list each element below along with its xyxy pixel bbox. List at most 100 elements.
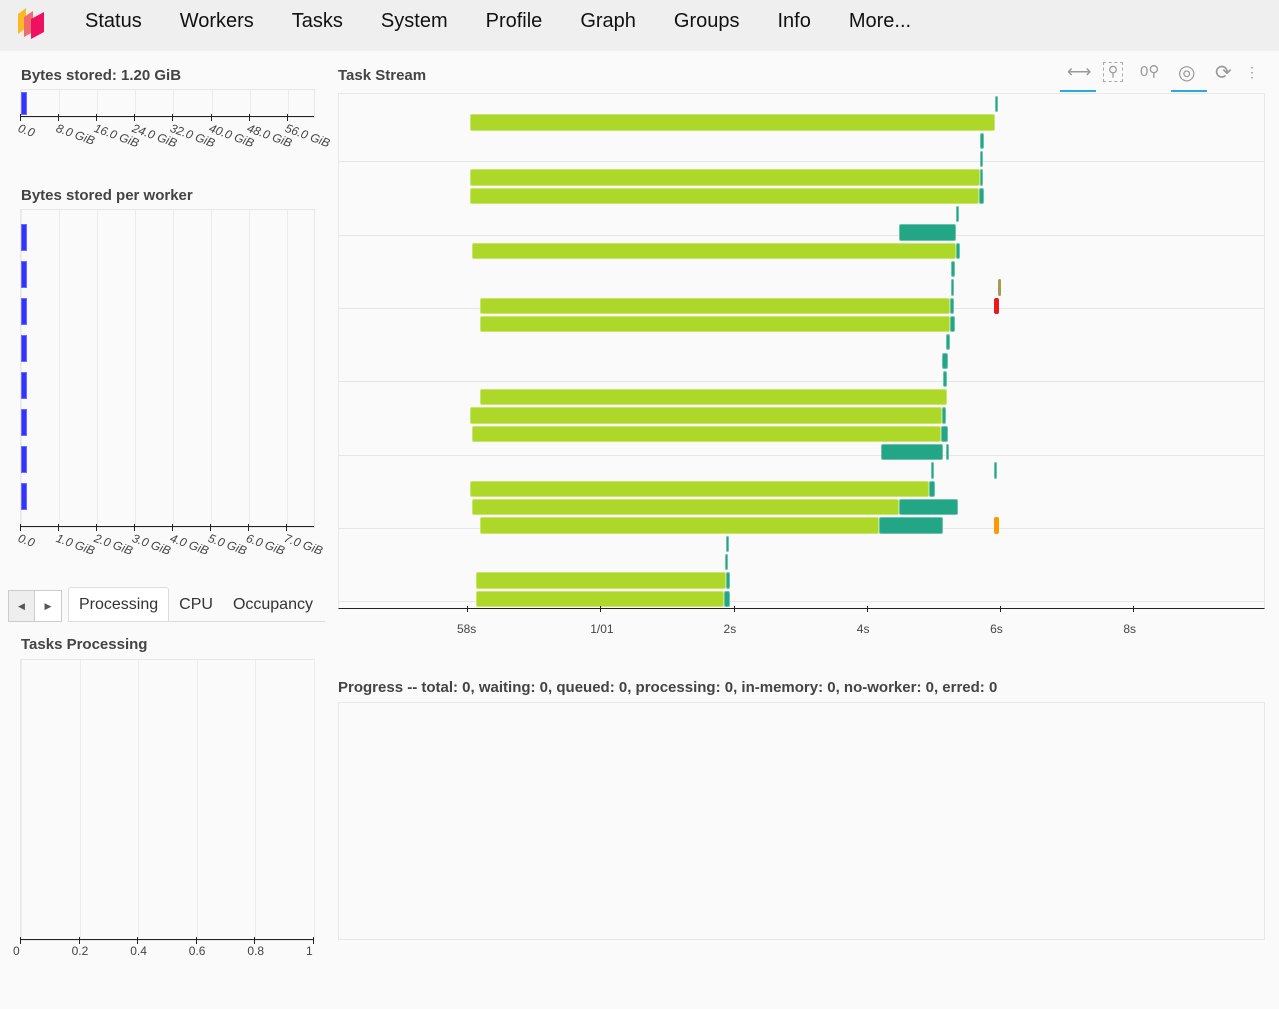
task-rect[interactable] <box>942 352 949 369</box>
task-stream-title: Task Stream <box>338 67 427 84</box>
tab-occupancy[interactable]: Occupancy <box>223 588 323 622</box>
task-rect[interactable] <box>951 279 955 296</box>
tap-zoom-active-indicator <box>1171 90 1207 92</box>
tab-scroll-right-button[interactable]: ▶ <box>35 590 62 622</box>
bar[interactable] <box>21 409 27 436</box>
task-rect[interactable] <box>724 590 731 607</box>
task-rect[interactable] <box>469 480 930 498</box>
task-rect[interactable] <box>929 480 936 498</box>
wheel-zoom-tool-icon[interactable]: 0⚲ <box>1140 62 1159 80</box>
task-rect[interactable] <box>470 407 943 424</box>
task-rect[interactable] <box>995 96 999 113</box>
task-rect[interactable] <box>994 297 1000 314</box>
gridline <box>196 660 198 940</box>
tab-cpu[interactable]: CPU <box>169 588 223 622</box>
task-rect[interactable] <box>946 334 951 351</box>
task-rect[interactable] <box>942 407 947 424</box>
bytes-per-worker-title: Bytes stored per worker <box>21 187 193 204</box>
reset-tool-icon[interactable]: ⟳ <box>1215 60 1232 85</box>
tap-zoom-tool-icon[interactable]: ◎ <box>1178 60 1195 85</box>
task-rect[interactable] <box>479 389 948 406</box>
nav-graph[interactable]: Graph <box>580 10 636 33</box>
gridline <box>287 210 289 527</box>
task-rect[interactable] <box>930 462 934 479</box>
tick-label: 5.0 GiB <box>206 531 249 558</box>
task-rect[interactable] <box>472 242 957 259</box>
tab-scroll-left-button[interactable]: ◀ <box>8 590 35 622</box>
task-rect[interactable] <box>726 535 730 553</box>
bar[interactable] <box>21 261 27 288</box>
task-rect[interactable] <box>980 132 985 149</box>
tick-label: 8s <box>1123 622 1137 636</box>
bar[interactable] <box>21 224 27 251</box>
bar[interactable] <box>21 298 27 325</box>
task-rect[interactable] <box>994 462 998 479</box>
task-rect[interactable] <box>979 187 985 204</box>
bar[interactable] <box>21 92 27 115</box>
task-rect[interactable] <box>471 499 899 516</box>
task-rect[interactable] <box>946 444 950 461</box>
task-rect[interactable] <box>950 297 955 314</box>
task-rect[interactable] <box>994 517 1000 534</box>
task-rect[interactable] <box>475 590 725 607</box>
gridline <box>211 210 213 527</box>
gridline <box>138 660 140 940</box>
task-rect[interactable] <box>469 187 980 204</box>
tick-label: 4s <box>856 622 870 636</box>
task-rect[interactable] <box>475 572 727 589</box>
bar[interactable] <box>21 483 27 510</box>
box-zoom-tool-icon[interactable]: ⚲ <box>1103 62 1123 82</box>
nav-info[interactable]: Info <box>778 10 811 33</box>
task-rect[interactable] <box>479 517 880 534</box>
nav-system[interactable]: System <box>381 10 448 33</box>
x-axis <box>20 526 314 527</box>
task-rect[interactable] <box>951 260 956 278</box>
more-tools-icon[interactable]: ⋮ <box>1245 64 1259 81</box>
gridline <box>211 90 213 117</box>
tick-label: 0.8 <box>247 944 265 958</box>
tick-label: 0 <box>13 944 20 958</box>
task-rect[interactable] <box>943 370 948 388</box>
nav-tasks[interactable]: Tasks <box>292 10 343 33</box>
task-rect[interactable] <box>956 205 960 223</box>
nav-status[interactable]: Status <box>85 10 142 33</box>
nav-groups[interactable]: Groups <box>674 10 740 33</box>
bar[interactable] <box>21 372 27 399</box>
nav-workers[interactable]: Workers <box>180 10 254 33</box>
task-rect[interactable] <box>879 517 944 534</box>
task-rect[interactable] <box>998 279 1002 296</box>
gridline <box>59 210 61 527</box>
worker-gridline <box>339 234 1264 236</box>
task-rect[interactable] <box>898 499 959 516</box>
task-rect[interactable] <box>479 297 951 314</box>
task-rect[interactable] <box>980 169 984 186</box>
tab-processing[interactable]: Processing <box>68 587 170 622</box>
task-rect[interactable] <box>980 150 984 168</box>
tab-divider <box>68 621 325 622</box>
tab-bar: ◀ ▶ Processing CPU Occupancy <box>8 587 323 622</box>
task-stream-chart[interactable]: 58s 1/01 2s 4s 6s 8s <box>338 93 1265 636</box>
task-rect[interactable] <box>479 315 951 333</box>
task-rect[interactable] <box>899 224 957 241</box>
task-rect[interactable] <box>956 242 961 259</box>
nav-profile[interactable]: Profile <box>486 10 543 33</box>
bar[interactable] <box>21 446 27 473</box>
pan-tool-icon[interactable]: ⟷ <box>1067 62 1091 82</box>
task-rect[interactable] <box>950 315 956 333</box>
tick-label: 1 <box>306 944 313 958</box>
nav-more[interactable]: More... <box>849 10 911 33</box>
task-rect[interactable] <box>469 169 981 186</box>
task-rect[interactable] <box>469 114 996 131</box>
gridline <box>249 210 251 527</box>
tick-label: 1/01 <box>590 622 614 636</box>
task-rect[interactable] <box>941 425 949 443</box>
task-rect[interactable] <box>724 554 729 571</box>
tick-label: 2s <box>723 622 737 636</box>
task-rect[interactable] <box>880 444 944 461</box>
gridline <box>21 660 22 940</box>
bar[interactable] <box>21 335 27 362</box>
dask-logo[interactable] <box>16 6 46 40</box>
task-rect[interactable] <box>726 572 731 589</box>
task-rect[interactable] <box>471 425 942 443</box>
tick-label: 8.0 GiB <box>54 121 97 148</box>
